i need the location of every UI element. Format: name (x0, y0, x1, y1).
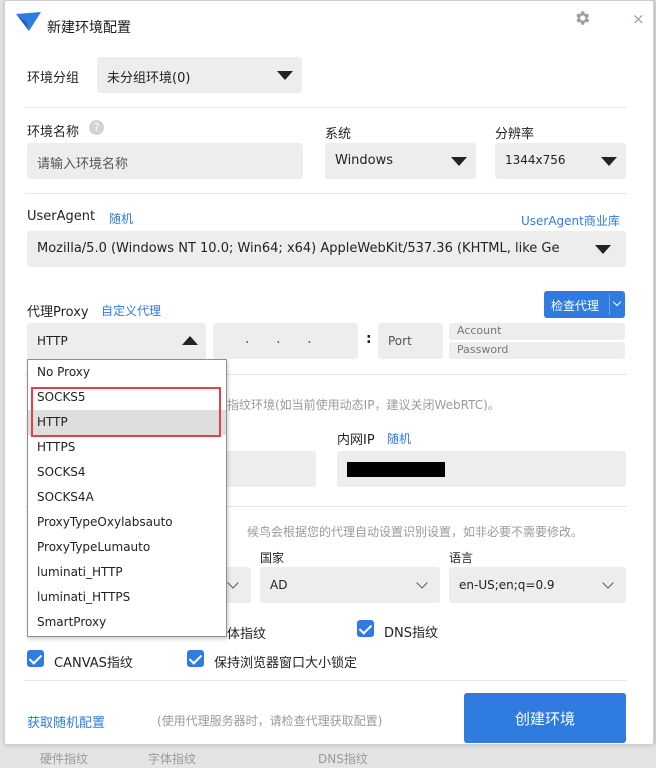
check-proxy-label: 检查代理 (551, 299, 600, 313)
chevron-down-icon (416, 577, 428, 589)
new-environment-dialog: 新建环境配置 × 环境分组 未分组环境(0) 环境名称 ? 请输入环境名称 系统… (4, 0, 654, 745)
intranet-ip-input[interactable] (337, 451, 626, 487)
proxy-type-value: HTTP (37, 334, 68, 348)
background-text: 硬件指纹 (40, 752, 89, 766)
highlight-annotation-box (31, 387, 221, 437)
env-name-label: 环境名称 (27, 125, 80, 140)
useragent-random-link[interactable]: 随机 (109, 210, 133, 227)
proxy-ip-input[interactable]: . . . (213, 323, 358, 359)
create-environment-button[interactable]: 创建环境 (464, 693, 626, 743)
intranet-ip-label: 内网IP (337, 433, 375, 448)
dropdown-arrow-icon (595, 245, 611, 254)
group-select[interactable]: 未分组环境(0) (97, 57, 302, 93)
group-label: 环境分组 (27, 71, 80, 86)
proxy-option-no-proxy[interactable]: No Proxy (28, 360, 226, 385)
language-label: 语言 (449, 551, 474, 565)
language-value: en-US;en;q=0.9 (459, 578, 555, 592)
proxy-option-oxylabs[interactable]: ProxyTypeOxylabsauto (28, 510, 226, 535)
system-label: 系统 (325, 127, 352, 142)
proxy-label: 代理Proxy (27, 305, 89, 320)
proxy-port-input[interactable]: Port (378, 323, 443, 359)
dropdown-arrow-icon (601, 157, 617, 166)
resolution-label: 分辨率 (495, 127, 535, 142)
port-separator: : (366, 331, 372, 347)
proxy-option-socks4[interactable]: SOCKS4 (28, 460, 226, 485)
button-separator (609, 294, 610, 315)
font-fingerprint-label: 体指纹 (227, 627, 267, 642)
random-config-link[interactable]: 获取随机配置 (27, 712, 105, 731)
canvas-fingerprint-label: CANVAS指纹 (54, 656, 133, 671)
masked-ip-value (347, 462, 445, 477)
dns-fingerprint-checkbox[interactable] (357, 620, 374, 637)
background-text: DNS指纹 (318, 752, 368, 766)
proxy-option-luminati-http[interactable]: luminati_HTTP (28, 560, 226, 585)
dropdown-arrow-icon (451, 157, 467, 166)
chevron-down-icon[interactable] (612, 297, 622, 307)
account-placeholder: Account (457, 324, 502, 337)
chevron-down-icon (227, 577, 239, 589)
system-value: Windows (335, 153, 394, 168)
close-icon[interactable]: × (632, 10, 645, 28)
proxy-option-luminati-https[interactable]: luminati_HTTPS (28, 585, 226, 610)
proxy-option-https[interactable]: HTTPS (28, 435, 226, 460)
intranet-ip-random-link[interactable]: 随机 (387, 430, 411, 447)
divider (25, 107, 627, 108)
dialog-title: 新建环境配置 (47, 20, 131, 36)
proxy-type-select[interactable]: HTTP (27, 323, 206, 359)
country-select[interactable]: AD (260, 567, 440, 603)
dropdown-arrow-up-icon (182, 336, 198, 345)
group-select-value: 未分组环境(0) (107, 71, 191, 86)
gear-icon[interactable] (573, 9, 591, 27)
resolution-select[interactable]: 1344x756 (495, 143, 626, 179)
env-name-input[interactable]: 请输入环境名称 (27, 143, 303, 179)
useragent-label: UserAgent (27, 209, 96, 224)
footer-hint: (使用代理服务器时，请检查代理获取配置) (157, 714, 383, 728)
country-value: AD (270, 578, 288, 592)
geo-hint: 候鸟会根据您的代理自动设置识别设置，如非必要不需要修改。 (247, 525, 584, 539)
proxy-password-input[interactable]: Password (449, 342, 625, 359)
proxy-option-lumauto[interactable]: ProxyTypeLumauto (28, 535, 226, 560)
custom-proxy-link[interactable]: 自定义代理 (101, 302, 161, 319)
bird-logo-icon (16, 12, 41, 31)
webrtc-hint: 指纹环境(如当前使用动态IP，建议关闭WebRTC)。 (227, 398, 500, 412)
useragent-select[interactable]: Mozilla/5.0 (Windows NT 10.0; Win64; x64… (27, 231, 626, 267)
check-proxy-button[interactable]: 检查代理 (544, 291, 625, 318)
window-size-lock-label: 保持浏览器窗口大小锁定 (214, 656, 358, 671)
dns-fingerprint-label: DNS指纹 (384, 626, 438, 641)
proxy-account-input[interactable]: Account (449, 323, 625, 340)
env-name-placeholder: 请输入环境名称 (37, 157, 129, 172)
background-text: 字体指纹 (148, 752, 197, 766)
password-placeholder: Password (457, 343, 509, 356)
divider (25, 680, 627, 681)
language-select[interactable]: en-US;en;q=0.9 (449, 567, 626, 603)
proxy-ip-dots: . . . (245, 331, 312, 347)
dropdown-arrow-icon (277, 71, 293, 80)
system-select[interactable]: Windows (325, 143, 476, 179)
resolution-value: 1344x756 (505, 153, 566, 167)
create-environment-label: 创建环境 (514, 710, 575, 728)
canvas-fingerprint-checkbox[interactable] (27, 650, 44, 667)
proxy-option-smartproxy[interactable]: SmartProxy (28, 610, 226, 635)
background-window-bottom: 硬件指纹 字体指纹 DNS指纹 (0, 744, 656, 768)
help-icon[interactable]: ? (89, 120, 104, 135)
useragent-library-link[interactable]: UserAgent商业库 (521, 212, 620, 229)
proxy-option-socks4a[interactable]: SOCKS4A (28, 485, 226, 510)
country-label: 国家 (260, 551, 285, 565)
divider (25, 193, 627, 194)
useragent-value: Mozilla/5.0 (Windows NT 10.0; Win64; x64… (37, 241, 560, 256)
port-placeholder: Port (388, 334, 412, 348)
chevron-down-icon (602, 577, 614, 589)
window-size-lock-checkbox[interactable] (187, 650, 204, 667)
